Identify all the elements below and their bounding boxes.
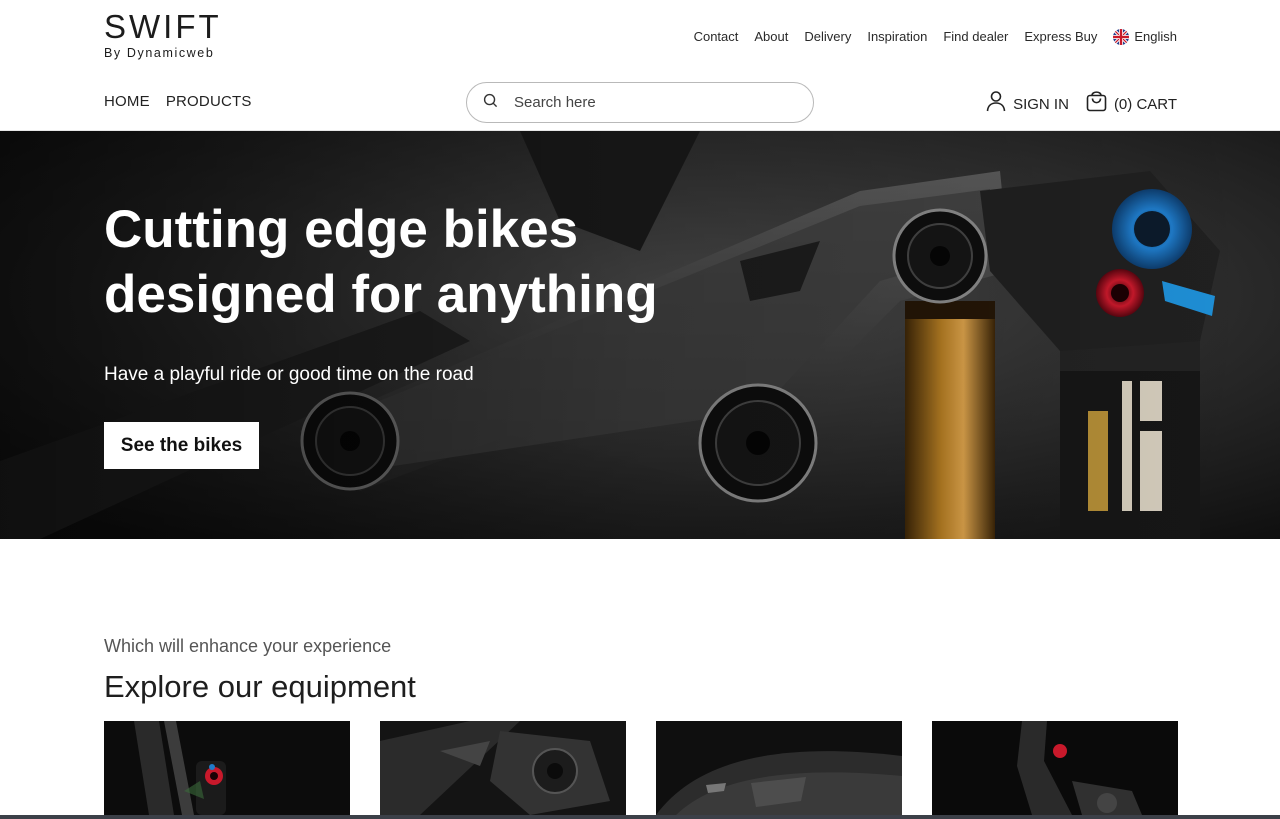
utility-link-contact[interactable]: Contact — [694, 28, 739, 46]
see-the-bikes-button[interactable]: See the bikes — [104, 422, 259, 469]
logo-wordmark: SWIFT — [104, 8, 222, 45]
equipment-card-1-image — [104, 721, 350, 815]
utility-link-find-dealer[interactable]: Find dealer — [943, 28, 1008, 46]
sign-in-button[interactable]: SIGN IN — [986, 90, 1069, 119]
equipment-kicker: Which will enhance your experience — [104, 636, 392, 656]
equipment-card-4-image — [932, 721, 1178, 815]
utility-link-delivery[interactable]: Delivery — [804, 28, 851, 46]
utility-nav: Contact About Delivery Inspiration Find … — [694, 28, 1177, 46]
language-selector[interactable]: English — [1113, 28, 1177, 46]
cart-button[interactable]: (0) CART — [1086, 90, 1177, 119]
search-bar[interactable] — [466, 82, 814, 123]
hero-title: Cutting edge bikes designed for anything — [104, 200, 658, 324]
sign-in-label: SIGN IN — [1013, 95, 1069, 113]
equipment-card-3[interactable] — [656, 721, 902, 815]
search-icon — [483, 93, 498, 113]
uk-flag-icon — [1113, 29, 1130, 45]
shopping-bag-icon — [1086, 90, 1107, 119]
equipment-grid — [104, 721, 1178, 815]
logo-tagline: By Dynamicweb — [104, 46, 215, 60]
hero-subtitle: Have a playful ride or good time on the … — [104, 364, 474, 385]
hero-banner: Cutting edge bikes designed for anything… — [0, 131, 1280, 539]
equipment-card-2[interactable] — [380, 721, 626, 815]
equipment-card-2-image — [380, 721, 626, 815]
language-label: English — [1134, 29, 1177, 44]
equipment-card-4[interactable] — [932, 721, 1178, 815]
utility-link-express-buy[interactable]: Express Buy — [1024, 28, 1097, 46]
swift-logo[interactable]: SWIFT By Dynamicweb — [104, 10, 224, 62]
utility-link-about[interactable]: About — [754, 28, 788, 46]
cart-label: (0) CART — [1113, 95, 1177, 113]
equipment-card-3-image — [656, 721, 902, 815]
utility-link-inspiration[interactable]: Inspiration — [867, 28, 927, 46]
hero-bike-image — [0, 131, 1280, 539]
nav-products[interactable]: PRODUCTS — [166, 92, 252, 112]
equipment-title: Explore our equipment — [104, 669, 416, 704]
window-bottom-edge — [0, 815, 1280, 819]
user-icon — [986, 90, 1006, 119]
nav-home[interactable]: HOME — [104, 92, 150, 112]
search-input[interactable] — [514, 94, 794, 111]
site-header: SWIFT By Dynamicweb Contact About Delive… — [0, 0, 1280, 131]
equipment-card-1[interactable] — [104, 721, 350, 815]
main-nav: HOME PRODUCTS — [104, 92, 252, 112]
account-area: SIGN IN (0) CART — [986, 90, 1177, 119]
